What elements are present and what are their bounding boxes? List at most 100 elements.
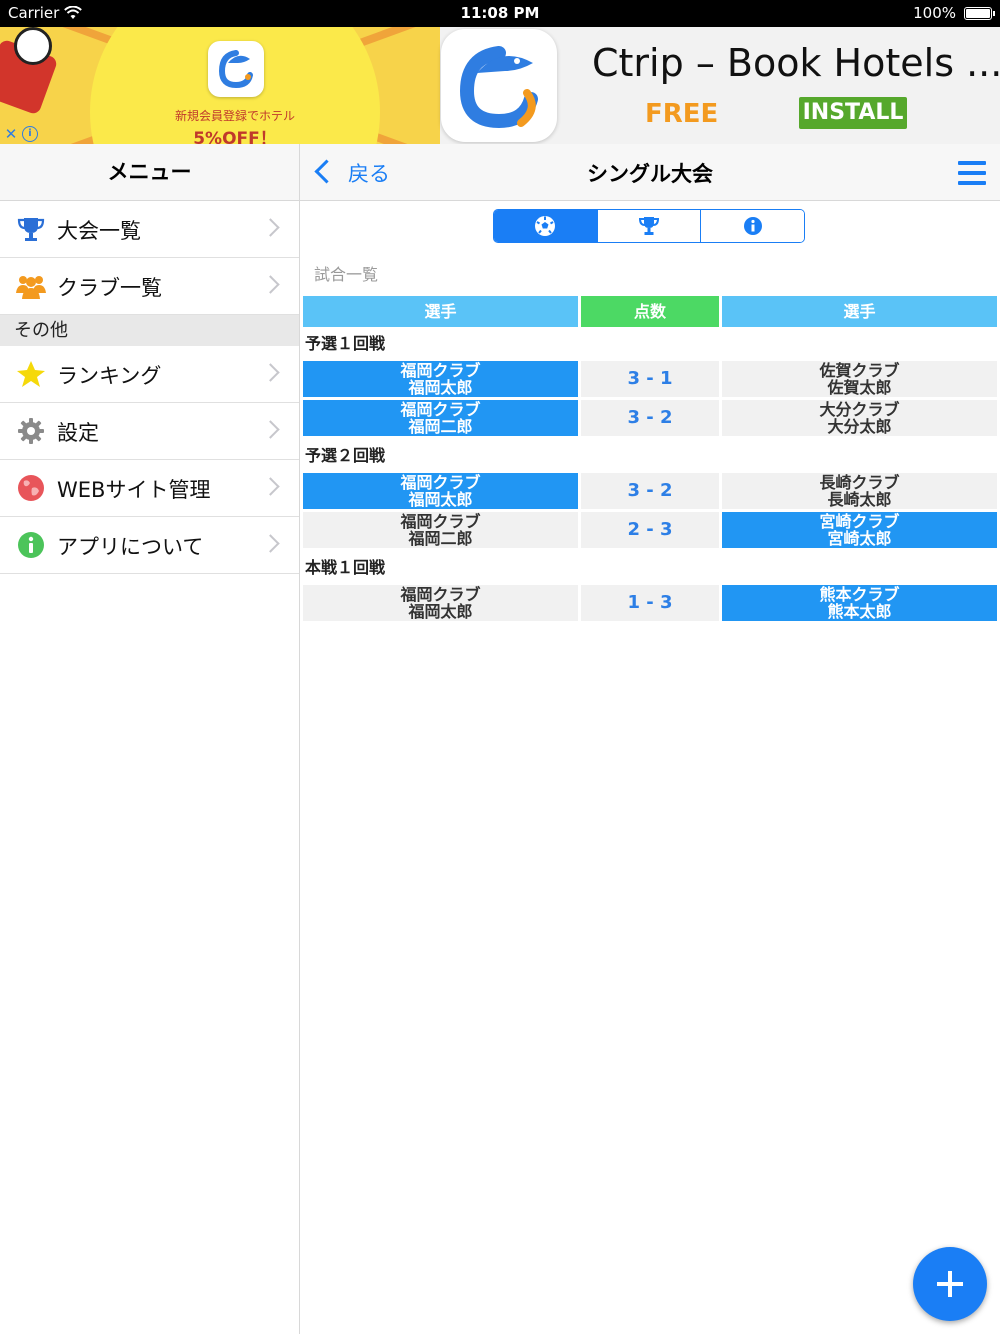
- sidebar-item-label: 大会一覧: [57, 219, 141, 243]
- sidebar-item-label: WEBサイト管理: [57, 478, 211, 502]
- player1-cell: 福岡クラブ 福岡太郎: [303, 361, 578, 397]
- character-icon: [14, 27, 52, 65]
- player-club: 福岡クラブ: [400, 361, 481, 380]
- sidebar-section-header: その他: [0, 315, 299, 346]
- battery-icon: [964, 7, 995, 20]
- score-cell: 2 - 3: [581, 512, 719, 548]
- star-icon: [17, 361, 45, 387]
- header-player2: 選手: [722, 296, 997, 327]
- tab-matches[interactable]: [494, 210, 598, 242]
- sidebar-item-about[interactable]: アプリについて: [0, 517, 299, 574]
- ad-promo-text: 新規会員登録でホテル: [174, 109, 295, 123]
- player-club: 宮崎クラブ: [819, 512, 900, 531]
- navigation-bar: 戻る シングル大会: [300, 144, 1000, 201]
- tab-info[interactable]: [701, 210, 804, 242]
- sidebar-item-label: アプリについて: [57, 535, 204, 559]
- match-table: 選手 点数 選手 予選１回戦 福岡クラブ 福岡太郎 3 - 1 佐賀クラブ 佐賀…: [303, 296, 997, 624]
- table-row[interactable]: 福岡クラブ 福岡太郎 3 - 2 長崎クラブ 長崎太郎: [303, 473, 997, 512]
- globe-icon: [18, 475, 44, 501]
- tab-ranking[interactable]: [597, 210, 702, 242]
- chevron-right-icon: [261, 363, 280, 382]
- soccer-ball-icon: [535, 216, 556, 236]
- player-name: 福岡太郎: [408, 378, 473, 397]
- add-match-button[interactable]: [913, 1247, 987, 1321]
- player-club: 長崎クラブ: [819, 473, 900, 492]
- table-header: 選手 点数 選手: [303, 296, 997, 327]
- player-name: 福岡太郎: [408, 602, 473, 621]
- sidebar-item-label: ランキング: [57, 364, 162, 388]
- player-club: 福岡クラブ: [400, 400, 481, 419]
- sidebar-item-clubs[interactable]: クラブ一覧: [0, 258, 299, 315]
- table-row[interactable]: 福岡クラブ 福岡太郎 1 - 3 熊本クラブ 熊本太郎: [303, 585, 997, 624]
- sidebar-item-ranking[interactable]: ランキング: [0, 346, 299, 403]
- player-club: 佐賀クラブ: [819, 361, 900, 380]
- ad-app-title[interactable]: Ctrip – Book Hotels ...: [592, 41, 1000, 85]
- round-header: 予選１回戦: [305, 334, 386, 353]
- score-cell: 1 - 3: [581, 585, 719, 621]
- chevron-right-icon: [261, 420, 280, 439]
- sidebar-title: メニュー: [0, 144, 299, 201]
- player-name: 福岡二郎: [408, 417, 473, 436]
- player-club: 福岡クラブ: [400, 473, 481, 492]
- player-club: 福岡クラブ: [400, 585, 481, 604]
- score-cell: 3 - 1: [581, 361, 719, 397]
- player-name: 宮崎太郎: [827, 529, 892, 548]
- player-name: 福岡太郎: [408, 490, 473, 509]
- header-player1: 選手: [303, 296, 578, 327]
- users-icon: [16, 276, 46, 299]
- round-header: 予選２回戦: [305, 446, 386, 465]
- segmented-control: [493, 209, 805, 243]
- chevron-right-icon: [261, 477, 280, 496]
- ad-info-icon[interactable]: i: [22, 126, 38, 142]
- sidebar-item-tournaments[interactable]: 大会一覧: [0, 201, 299, 258]
- match-list-caption: 試合一覧: [314, 265, 379, 284]
- ad-close-icon[interactable]: ✕: [2, 125, 20, 143]
- chevron-right-icon: [261, 534, 280, 553]
- battery-percent: 100%: [913, 4, 956, 22]
- sidebar-item-label: 設定: [57, 421, 99, 445]
- hamburger-menu-icon[interactable]: [958, 161, 986, 185]
- sidebar-item-website[interactable]: WEBサイト管理: [0, 460, 299, 517]
- info-icon: [743, 217, 762, 235]
- player1-cell: 福岡クラブ 福岡二郎: [303, 512, 578, 548]
- ad-promo-discount: 5%OFF！: [193, 129, 277, 144]
- player-club: 熊本クラブ: [819, 585, 900, 604]
- ad-banner[interactable]: 新規会員登録でホテル 5%OFF！ ✕ i Ctrip – Book Hotel…: [0, 27, 1000, 144]
- player2-cell: 長崎クラブ 長崎太郎: [722, 473, 997, 509]
- table-row[interactable]: 福岡クラブ 福岡太郎 3 - 1 佐賀クラブ 佐賀太郎: [303, 361, 997, 400]
- player1-cell: 福岡クラブ 福岡太郎: [303, 585, 578, 621]
- ad-promo-image[interactable]: 新規会員登録でホテル 5%OFF！: [0, 27, 440, 144]
- player-name: 熊本太郎: [827, 602, 892, 621]
- player-name: 佐賀太郎: [827, 378, 892, 397]
- player2-cell: 宮崎クラブ 宮崎太郎: [722, 512, 997, 548]
- player-name: 長崎太郎: [827, 490, 892, 509]
- player2-cell: 佐賀クラブ 佐賀太郎: [722, 361, 997, 397]
- gear-icon: [18, 418, 44, 444]
- sidebar-menu: メニュー 大会一覧 クラブ一覧 その他 ランキング 設定 WEBサイト管理 アプ…: [0, 144, 300, 1334]
- player-name: 大分太郎: [827, 417, 892, 436]
- sidebar-item-settings[interactable]: 設定: [0, 403, 299, 460]
- player2-cell: 熊本クラブ 熊本太郎: [722, 585, 997, 621]
- trophy-icon: [638, 217, 660, 235]
- score-cell: 3 - 2: [581, 400, 719, 436]
- round-header: 本戦１回戦: [305, 558, 386, 577]
- ad-install-button[interactable]: INSTALL: [799, 97, 907, 129]
- player-name: 福岡二郎: [408, 529, 473, 548]
- chevron-right-icon: [261, 275, 280, 294]
- player-club: 大分クラブ: [819, 400, 900, 419]
- ctrip-logo-icon: [208, 41, 264, 97]
- status-bar: Carrier 11:08 PM 100%: [0, 0, 1000, 27]
- chevron-right-icon: [261, 218, 280, 237]
- player1-cell: 福岡クラブ 福岡太郎: [303, 473, 578, 509]
- clock: 11:08 PM: [460, 4, 540, 22]
- header-score: 点数: [581, 296, 719, 327]
- ctrip-app-icon[interactable]: [441, 29, 557, 142]
- table-row[interactable]: 福岡クラブ 福岡二郎 2 - 3 宮崎クラブ 宮崎太郎: [303, 512, 997, 551]
- trophy-icon: [17, 218, 45, 241]
- sidebar-item-label: クラブ一覧: [57, 276, 162, 300]
- player2-cell: 大分クラブ 大分太郎: [722, 400, 997, 436]
- player-club: 福岡クラブ: [400, 512, 481, 531]
- player1-cell: 福岡クラブ 福岡二郎: [303, 400, 578, 436]
- score-cell: 3 - 2: [581, 473, 719, 509]
- table-row[interactable]: 福岡クラブ 福岡二郎 3 - 2 大分クラブ 大分太郎: [303, 400, 997, 439]
